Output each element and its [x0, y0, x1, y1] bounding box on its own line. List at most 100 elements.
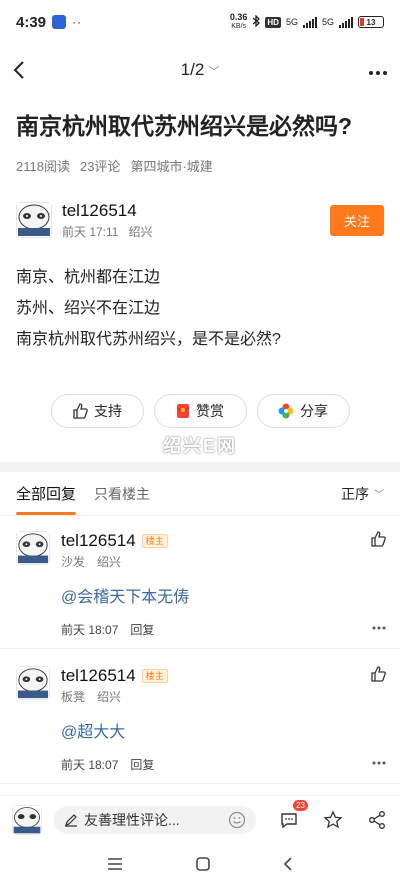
comment-footer: 前天 18:07 回复 — [61, 621, 154, 638]
system-nav-bar — [0, 843, 400, 889]
reply-filter-bar: 全部回复 只看楼主 正序 ﹀ — [0, 472, 400, 516]
notification-dots: ·· — [72, 15, 83, 29]
chevron-down-icon: ﹀ — [374, 490, 384, 501]
like-button[interactable] — [370, 531, 386, 552]
sort-button[interactable]: 正序 ﹀ — [341, 484, 384, 504]
star-icon — [323, 809, 343, 828]
reward-label: 赞赏 — [196, 403, 224, 419]
post-content: 南京、杭州都在江边 苏州、绍兴不在江边 南京杭州取代苏州绍兴，是不是必然? — [16, 262, 384, 355]
comment-sub: 板凳 绍兴 — [61, 688, 121, 705]
owner-badge: 楼主 — [141, 534, 168, 548]
reply-button[interactable]: 回复 — [130, 756, 154, 773]
pencil-icon — [65, 813, 77, 827]
avatar[interactable] — [16, 531, 50, 565]
comment-text[interactable]: @超大大 — [61, 718, 125, 742]
share-pinwheel-icon — [278, 403, 294, 419]
comment-floor: 板凳 — [61, 690, 86, 704]
author-info: tel126514 前天 17:11 绍兴 — [62, 201, 153, 240]
post-actions: 支持 赞赏 分享 — [0, 394, 400, 428]
thumbs-up-icon — [371, 666, 386, 682]
post-time: 前天 17:11 — [62, 224, 119, 239]
back-nav-icon[interactable] — [282, 856, 294, 877]
battery-icon: 13 — [358, 16, 384, 28]
share-button[interactable] — [366, 809, 388, 831]
comment-floor: 沙发 — [61, 555, 86, 569]
section-divider — [0, 462, 400, 472]
comment-author[interactable]: tel126514 — [61, 531, 136, 551]
chevron-down-icon[interactable]: ﹀ — [208, 66, 219, 78]
status-time: 4:39 — [16, 13, 47, 31]
signal-icon — [302, 16, 317, 28]
net-type-2: 5G — [321, 17, 334, 27]
emoji-icon — [228, 811, 246, 828]
hd-badge: HD — [265, 16, 281, 28]
thumbs-up-icon — [371, 531, 386, 547]
avatar[interactable] — [16, 666, 50, 700]
post-title: 南京杭州取代苏州绍兴是必然吗? — [16, 113, 353, 139]
page-indicator: 1/2 ﹀ — [0, 60, 400, 80]
bottom-comment-bar: 友善理性评论... 23 — [0, 795, 400, 843]
comment-count-badge: 23 — [293, 799, 308, 811]
tab-all-replies[interactable]: 全部回复 — [16, 483, 77, 515]
owner-badge: 楼主 — [141, 669, 168, 683]
content-line: 南京杭州取代苏州绍兴，是不是必然? — [16, 331, 281, 348]
comment-more-button[interactable] — [372, 617, 386, 635]
author-sub: 前天 17:11 绍兴 — [62, 223, 153, 240]
avatar[interactable] — [16, 202, 52, 238]
more-button[interactable] — [368, 59, 388, 82]
post-category[interactable]: 第四城市·城建 — [130, 156, 212, 175]
menu-icon[interactable] — [106, 857, 124, 876]
comment-header: tel126514 楼主 — [61, 666, 168, 686]
home-icon[interactable] — [195, 856, 211, 877]
share-icon — [369, 810, 385, 829]
author-location: 绍兴 — [128, 224, 153, 239]
more-dots-icon — [369, 70, 387, 75]
comment-item: tel126514 楼主 板凳 绍兴 @超大大 前天 18:07 回复 — [0, 652, 400, 784]
comment-bubble-icon — [281, 812, 297, 828]
more-dots-icon — [372, 626, 386, 630]
signal-icon — [339, 16, 353, 28]
comment-input[interactable]: 友善理性评论... — [54, 805, 256, 834]
comment-footer: 前天 18:07 回复 — [61, 756, 154, 773]
site-watermark: 绍兴E网 — [162, 436, 237, 456]
author-row: tel126514 前天 17:11 绍兴 关注 — [16, 198, 384, 242]
chevron-left-icon — [13, 61, 24, 79]
tab-owner-only[interactable]: 只看楼主 — [94, 484, 150, 504]
network-speed-value: 0.36 — [229, 12, 248, 22]
sort-label: 正序 — [341, 485, 369, 502]
content-line: 苏州、绍兴不在江边 — [16, 300, 161, 317]
like-button[interactable] — [370, 666, 386, 687]
reply-button[interactable]: 回复 — [130, 621, 154, 638]
content-line: 南京、杭州都在江边 — [16, 269, 161, 286]
network-speed-unit: KB/s — [231, 23, 247, 30]
read-count: 2118阅读 — [16, 159, 70, 174]
status-indicators: 0.36 KB/s HD 5G 5G 13 — [230, 13, 384, 31]
support-label: 支持 — [94, 403, 122, 419]
avatar[interactable] — [12, 804, 42, 835]
comments-button[interactable]: 23 — [278, 799, 308, 831]
comment-input-placeholder: 友善理性评论... — [84, 811, 180, 828]
network-speed: 0.36 KB/s — [230, 13, 248, 31]
bluetooth-icon — [252, 14, 261, 29]
comment-item: tel126514 楼主 沙发 绍兴 @会稽天下本无俦 前天 18:07 回复 — [0, 517, 400, 649]
follow-button[interactable]: 关注 — [329, 204, 384, 236]
comment-text[interactable]: @会稽天下本无俦 — [61, 583, 189, 607]
comment-sub: 沙发 绍兴 — [61, 553, 121, 570]
back-button[interactable] — [12, 55, 42, 85]
comment-time: 前天 18:07 — [61, 623, 119, 637]
comment-location: 绍兴 — [97, 555, 122, 569]
net-type-1: 5G — [285, 17, 298, 27]
share-button[interactable]: 分享 — [256, 394, 350, 428]
comment-header: tel126514 楼主 — [61, 531, 168, 551]
support-button[interactable]: 支持 — [50, 394, 144, 428]
comment-count: 23评论 — [79, 159, 121, 174]
favorite-button[interactable] — [322, 809, 344, 831]
reward-button[interactable]: 赞赏 — [153, 394, 247, 428]
comment-more-button[interactable] — [372, 752, 386, 770]
author-name[interactable]: tel126514 — [62, 201, 153, 221]
thumbs-up-icon — [73, 403, 88, 419]
comment-author[interactable]: tel126514 — [61, 666, 136, 686]
red-envelope-icon — [176, 404, 190, 418]
share-label: 分享 — [300, 403, 328, 419]
post-meta: 2118阅读 23评论 第四城市·城建 — [16, 156, 213, 175]
